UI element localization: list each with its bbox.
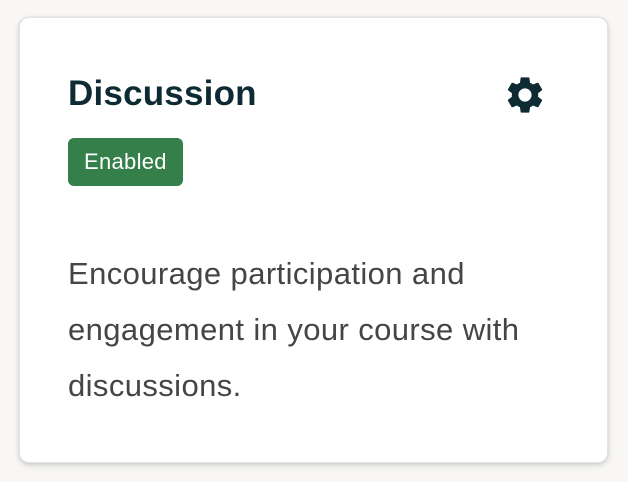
status-badge: Enabled xyxy=(68,138,183,186)
discussion-card: Discussion Enabled Encourage participati… xyxy=(19,17,608,463)
settings-button[interactable] xyxy=(502,72,548,118)
gear-icon xyxy=(503,73,547,117)
card-title: Discussion xyxy=(68,74,257,113)
card-description: Encourage participation and engagement i… xyxy=(68,256,520,403)
